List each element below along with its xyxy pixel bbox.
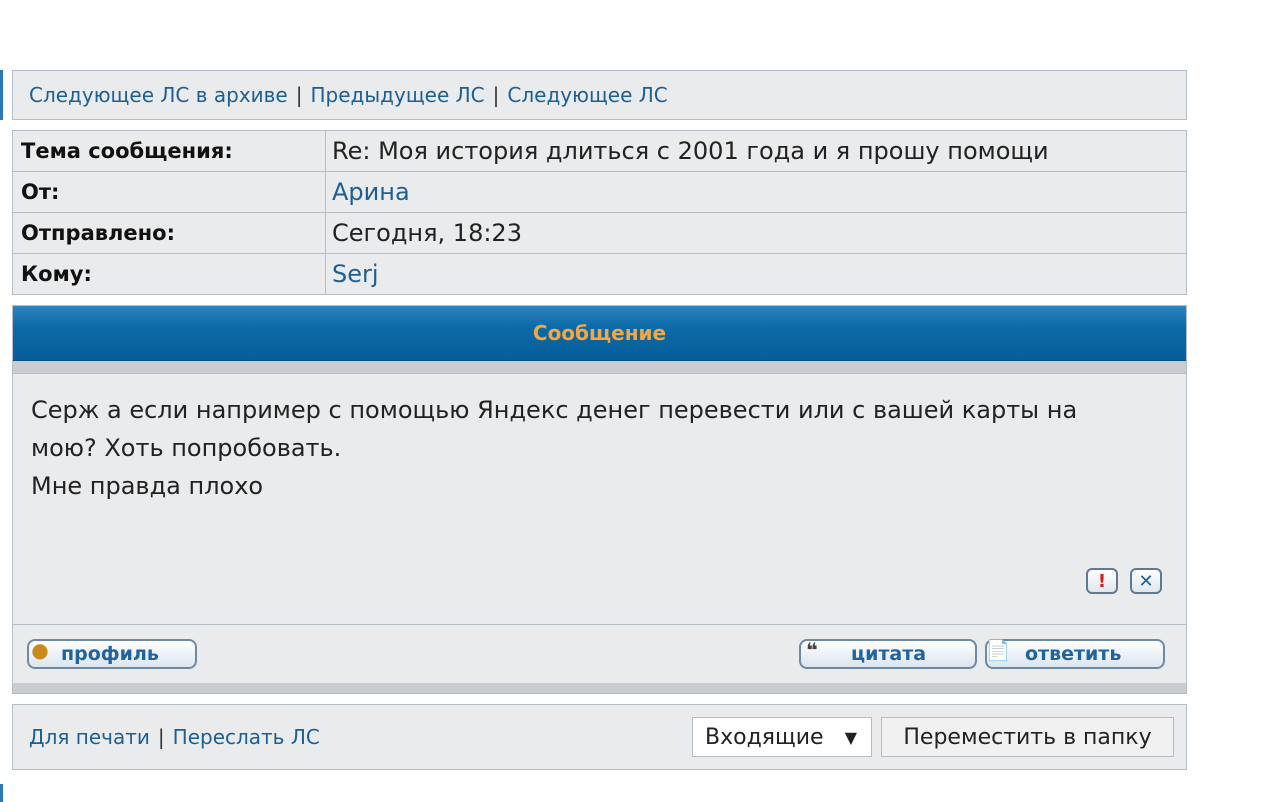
pm-navigation: Следующее ЛС в архиве | Предыдущее ЛС | … [12,70,1187,120]
nav-separator: | [295,83,303,107]
profile-button-label: профиль [61,643,159,665]
folder-select-value: Входящие [705,724,824,750]
message-text: Серж а если например с помощью Яндекс де… [13,374,1186,505]
next-pm-link[interactable]: Следующее ЛС [507,83,667,107]
left-edge-accent [0,784,3,802]
message-actions: ! ✕ [1086,568,1162,594]
to-label: Кому: [12,253,326,295]
reply-icon: 📄 [985,638,1011,662]
sender-link[interactable]: Арина [332,178,410,206]
forward-link[interactable]: Переслать ЛС [173,725,320,749]
dropdown-arrow-icon: ▼ [844,727,857,747]
from-label: От: [12,171,326,213]
quote-button-label: цитата [851,643,927,665]
previous-pm-link[interactable]: Предыдущее ЛС [311,83,485,107]
subject-value: Re: Моя история длиться с 2001 года и я … [325,130,1187,172]
report-icon[interactable]: ! [1086,568,1118,594]
message-line: Серж а если например с помощью Яндекс де… [31,396,1078,424]
nav-separator: | [492,83,500,107]
message-body: Серж а если например с помощью Яндекс де… [13,374,1186,625]
reply-button[interactable]: 📄 ответить [985,638,1165,669]
sent-value: Сегодня, 18:23 [325,212,1187,254]
sent-row: Отправлено: Сегодня, 18:23 [12,212,1187,254]
divider [13,361,1186,374]
pm-view: Следующее ЛС в архиве | Предыдущее ЛС | … [12,70,1187,770]
post-buttons-row: ● профиль ❝ цитата 📄 ответить [13,625,1186,683]
folder-select[interactable]: Входящие ▼ [692,717,872,757]
quote-button[interactable]: ❝ цитата [799,638,977,669]
delete-icon[interactable]: ✕ [1130,568,1162,594]
message-header-table: Тема сообщения: Re: Моя история длиться … [12,130,1187,295]
sent-label: Отправлено: [12,212,326,254]
message-line: мою? Хоть попробовать. [31,434,342,462]
message-line: Мне правда плохо [31,472,264,500]
to-row: Кому: Serj [12,253,1187,295]
reply-button-label: ответить [1025,643,1122,665]
profile-icon: ● [31,638,49,662]
next-archive-link[interactable]: Следующее ЛС в архиве [29,83,288,107]
recipient-link[interactable]: Serj [332,260,379,288]
move-to-folder-button[interactable]: Переместить в папку [881,717,1174,757]
subject-label: Тема сообщения: [12,130,326,172]
footer-separator: | [157,725,165,749]
message-title: Сообщение [532,321,667,345]
from-row: От: Арина [12,171,1187,213]
message-box: Сообщение Серж а если например с помощью… [12,305,1187,694]
message-footer: Для печати | Переслать ЛС Входящие ▼ Пер… [12,704,1187,770]
subject-row: Тема сообщения: Re: Моя история длиться … [12,130,1187,172]
print-link[interactable]: Для печати [29,725,150,749]
message-header-bar: Сообщение [13,306,1186,361]
left-edge-accent [0,70,3,120]
divider [13,683,1186,693]
profile-button[interactable]: ● профиль [27,638,197,669]
quote-icon: ❝ [806,638,818,662]
